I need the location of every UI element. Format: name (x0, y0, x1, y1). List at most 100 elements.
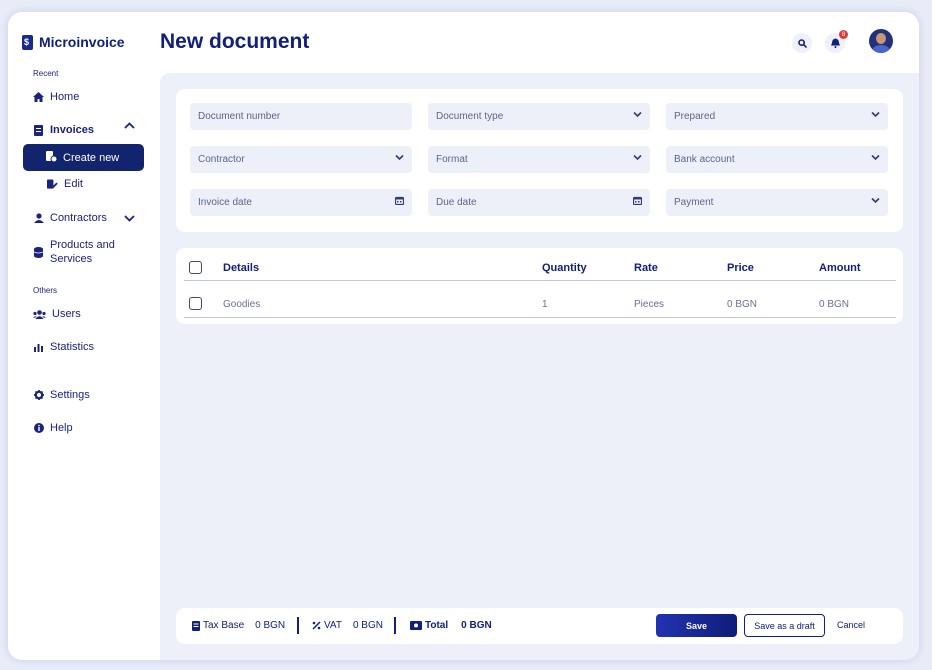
sidebar-item-home[interactable]: Home (33, 91, 79, 103)
total-label: Total (425, 620, 449, 631)
sidebar-item-label: Users (52, 308, 81, 320)
items-table-card (176, 248, 903, 324)
document-number-placeholder: Document number (198, 111, 281, 122)
tax-base-summary: Tax Base 0 BGN (192, 620, 285, 631)
document-form-card: Document number Document type Prepared C… (176, 89, 903, 232)
cell-rate: Pieces (634, 299, 665, 310)
invoice-date-input[interactable]: Invoice date (190, 189, 412, 216)
home-icon (33, 92, 44, 103)
column-header-quantity: Quantity (542, 262, 587, 274)
sidebar-item-edit[interactable]: Edit (47, 178, 83, 190)
chevron-down-icon (633, 153, 642, 164)
bell-icon (830, 38, 840, 48)
tax-base-value: 0 BGN (255, 620, 286, 631)
calendar-icon[interactable] (632, 196, 643, 208)
sidebar-item-label: Contractors (50, 212, 107, 224)
sidebar-item-label: Create new (63, 151, 120, 164)
brand[interactable]: Microinvoice (22, 34, 125, 50)
sidebar-item-label: Home (50, 91, 80, 103)
app-window: Microinvoice Recent Home Invoices Create… (8, 12, 919, 660)
invoice-date-placeholder: Invoice date (198, 197, 252, 208)
vat-value: 0 BGN (352, 620, 383, 631)
prepared-select[interactable]: Prepared (666, 103, 888, 130)
calendar-icon[interactable] (394, 196, 405, 208)
avatar[interactable] (869, 29, 893, 53)
sidebar-item-create-new[interactable]: Create new (23, 144, 144, 171)
contractor-placeholder: Contractor (198, 154, 245, 165)
cell-amount: 0 BGN (819, 299, 850, 310)
search-icon (797, 38, 807, 48)
chevron-down-icon (395, 153, 404, 164)
bar-chart-icon (33, 342, 44, 353)
cell-quantity: 1 (542, 299, 548, 310)
user-icon (33, 213, 44, 224)
sidebar-item-help[interactable]: Help (33, 422, 73, 434)
column-header-details: Details (223, 262, 260, 274)
search-button[interactable] (792, 33, 812, 53)
cancel-button[interactable]: Cancel (837, 620, 865, 630)
receipt-icon (192, 620, 200, 631)
products-label-line2: Services (50, 253, 93, 265)
money-icon (410, 621, 422, 630)
invoice-icon (33, 124, 44, 136)
sidebar-item-products[interactable]: Products and Services (33, 238, 115, 266)
sidebar-item-invoices[interactable]: Invoices (33, 124, 94, 136)
save-button[interactable]: Save (656, 614, 737, 637)
chevron-up-icon[interactable] (124, 122, 135, 133)
due-date-placeholder: Due date (436, 197, 477, 208)
sidebar-item-settings[interactable]: Settings (33, 389, 90, 401)
payment-placeholder: Payment (674, 197, 714, 208)
column-header-amount: Amount (819, 262, 861, 274)
contractor-select[interactable]: Contractor (190, 146, 412, 173)
save-draft-button[interactable]: Save as a draft (744, 614, 825, 637)
document-type-placeholder: Document type (436, 111, 504, 122)
app-name: Microinvoice (39, 34, 125, 50)
total-summary: Total 0 BGN (410, 620, 492, 631)
chevron-down-icon (633, 110, 642, 121)
table-row-divider (184, 317, 896, 318)
select-all-checkbox[interactable] (189, 261, 202, 274)
format-select[interactable]: Format (428, 146, 650, 173)
due-date-input[interactable]: Due date (428, 189, 650, 216)
table-header-divider (184, 280, 896, 281)
sidebar-item-label: Statistics (50, 341, 95, 353)
column-header-price: Price (727, 262, 754, 274)
cell-price: 0 BGN (727, 299, 758, 310)
payment-select[interactable]: Payment (666, 189, 888, 216)
chevron-down-icon (871, 110, 880, 121)
sidebar-item-users[interactable]: Users (33, 308, 81, 320)
page-title: New document (160, 30, 310, 53)
chevron-down-icon (871, 153, 880, 164)
vat-label: VAT (324, 620, 342, 631)
database-icon (33, 246, 44, 258)
section-label-others: Others (33, 286, 58, 295)
document-number-input[interactable]: Document number (190, 103, 412, 130)
users-icon (33, 309, 46, 320)
row-checkbox[interactable] (189, 297, 202, 310)
footer-divider (394, 617, 396, 634)
percent-icon (312, 621, 321, 630)
vat-summary: VAT 0 BGN (312, 620, 383, 631)
bank-account-placeholder: Bank account (674, 154, 735, 165)
products-label-line1: Products and (50, 239, 115, 251)
column-header-rate: Rate (634, 262, 658, 274)
notification-badge: 8 (839, 30, 848, 39)
invoice-logo-icon (22, 34, 33, 50)
sidebar-item-contractors[interactable]: Contractors (33, 212, 107, 224)
sidebar-item-label: Help (50, 422, 73, 434)
sidebar: Microinvoice Recent Home Invoices Create… (8, 12, 160, 660)
cell-details: Goodies (223, 299, 261, 310)
document-type-select[interactable]: Document type (428, 103, 650, 130)
format-placeholder: Format (436, 154, 468, 165)
notifications-button[interactable]: 8 (825, 30, 848, 53)
sidebar-item-statistics[interactable]: Statistics (33, 341, 94, 353)
sidebar-item-label: Products and Services (50, 238, 115, 266)
bank-account-select[interactable]: Bank account (666, 146, 888, 173)
new-document-icon (46, 150, 58, 165)
chevron-down-icon[interactable] (124, 214, 135, 225)
chevron-down-icon (871, 196, 880, 207)
sidebar-item-label: Settings (50, 389, 90, 401)
tax-base-label: Tax Base (203, 620, 245, 631)
gear-icon (33, 390, 44, 401)
info-icon (33, 423, 44, 434)
